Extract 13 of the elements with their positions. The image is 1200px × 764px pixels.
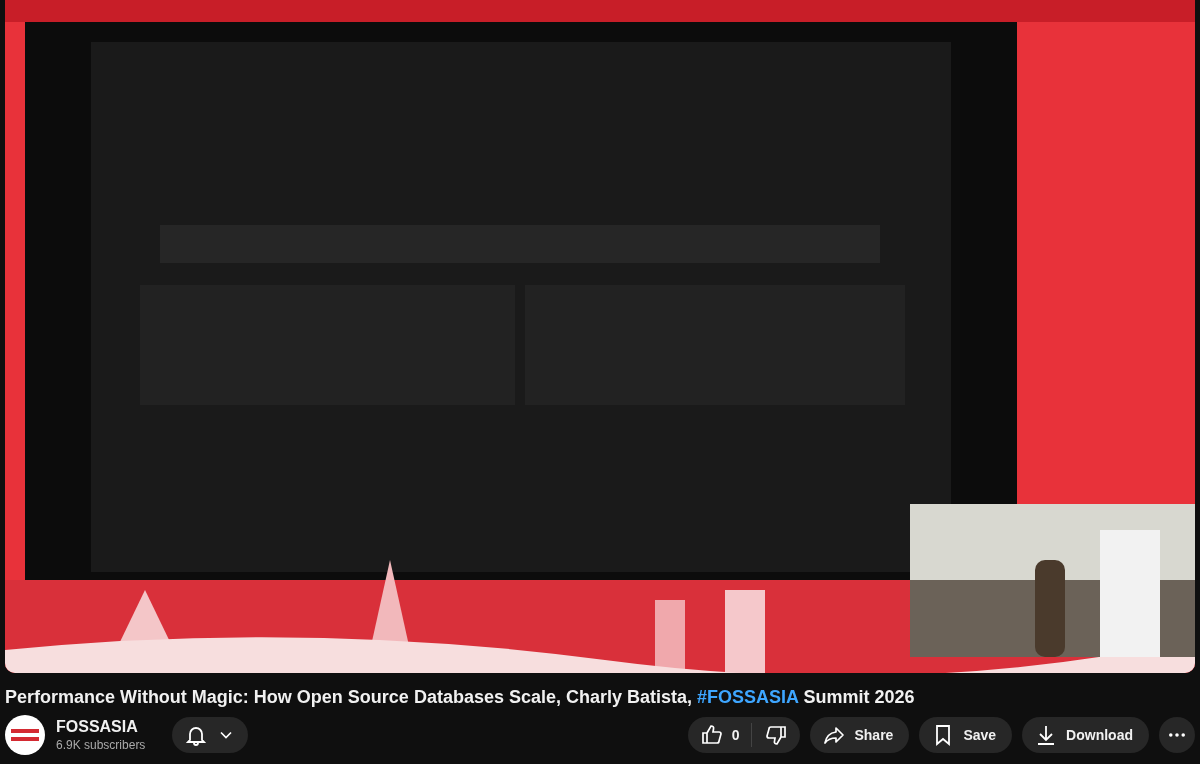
thumbs-up-icon	[699, 723, 724, 747]
download-button[interactable]: Download	[1022, 717, 1149, 753]
thumbs-down-icon	[764, 723, 789, 747]
more-button[interactable]	[1159, 717, 1195, 753]
subscriber-count: 6.9K subscribers	[56, 738, 147, 752]
channel-avatar[interactable]	[5, 715, 45, 755]
share-button[interactable]: Share	[810, 717, 910, 753]
save-button[interactable]: Save	[919, 717, 1013, 753]
hashtag-link[interactable]: #FOSSASIA	[697, 687, 799, 707]
video-title: Performance Without Magic: How Open Source Databases Scale, Charly Batista, #FOSSASIA Summit 2026	[5, 686, 916, 709]
more-icon	[1169, 733, 1185, 737]
channel-name[interactable]: FOSSASIA	[56, 718, 164, 736]
notification-button[interactable]	[172, 717, 248, 753]
